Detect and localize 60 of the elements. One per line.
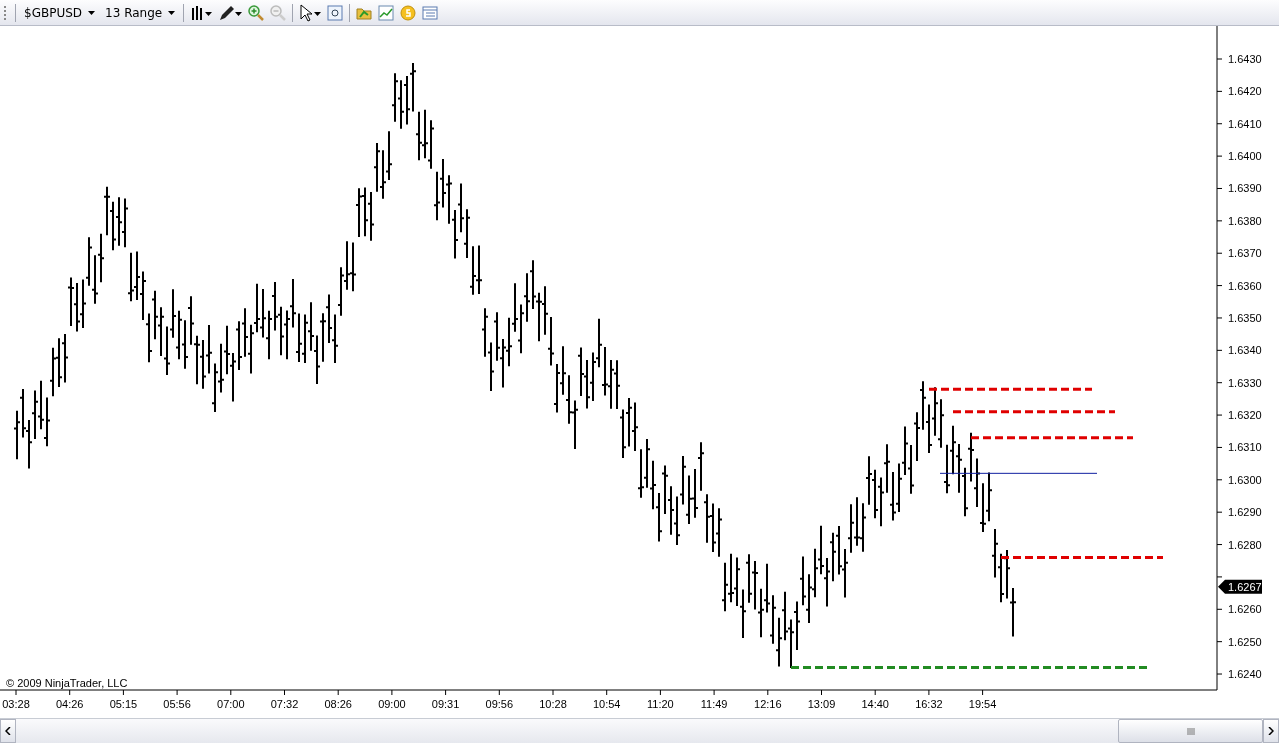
drawing-tool-button[interactable]: [218, 4, 243, 21]
time-tick-label: 12:16: [754, 698, 782, 710]
time-tick-label: 09:00: [378, 698, 406, 710]
price-tick-label: 1.6330: [1228, 376, 1262, 389]
time-tick-label: 07:32: [270, 698, 299, 710]
copyright-text: © 2009 NinjaTrader, LLC: [6, 677, 128, 689]
chevron-right-icon: [1268, 727, 1274, 735]
period-dropdown[interactable]: 13 Range: [103, 5, 178, 20]
price-tick-label: 1.6300: [1228, 473, 1262, 486]
chart-style-button[interactable]: [190, 4, 213, 21]
price-tick-label: 1.6310: [1228, 441, 1262, 454]
time-tick-label: 08:26: [324, 698, 352, 710]
price-tick-label: 1.6290: [1228, 506, 1262, 519]
time-tick-label: 10:28: [539, 698, 567, 710]
price-tick-label: 1.6370: [1228, 247, 1262, 260]
time-tick-label: 11:20: [647, 698, 674, 710]
price-tick-label: 1.6280: [1228, 538, 1262, 551]
time-tick-label: 05:56: [163, 698, 191, 710]
price-tick-label: 1.6260: [1228, 603, 1262, 616]
price-tick-label: 1.6360: [1228, 279, 1262, 292]
scroll-left-button[interactable]: [0, 719, 16, 743]
price-tick-label: 1.6430: [1228, 53, 1262, 65]
price-tick-label: 1.6410: [1228, 117, 1262, 130]
price-tick-label: 1.6400: [1228, 150, 1262, 163]
time-tick-label: 09:56: [485, 698, 514, 710]
time-tick-label: 11:49: [700, 698, 728, 710]
time-tick-label: 13:09: [807, 698, 836, 710]
scroll-right-button[interactable]: [1263, 719, 1279, 743]
time-tick-label: 10:54: [592, 698, 621, 710]
price-tick-label: 1.6340: [1228, 344, 1262, 357]
current-price-marker: 1.6267: [1218, 579, 1262, 594]
horizontal-scrollbar[interactable]: [0, 718, 1279, 743]
time-tick-label: 07:00: [217, 698, 245, 710]
price-tick-label: 1.6250: [1228, 635, 1262, 648]
line-chart-icon[interactable]: [378, 4, 395, 21]
chevron-left-icon: [5, 727, 11, 735]
time-tick-label: 04:26: [55, 698, 84, 710]
price-tick-label: 1.6240: [1228, 668, 1262, 681]
coin-icon[interactable]: [400, 4, 417, 21]
pointer-tool-button[interactable]: [299, 3, 322, 22]
zoom-in-icon[interactable]: [248, 4, 265, 21]
scroll-thumb[interactable]: [1118, 719, 1263, 743]
price-tick-label: 1.6320: [1228, 409, 1262, 422]
price-tick-label: 1.6390: [1228, 182, 1262, 195]
properties-icon[interactable]: [327, 4, 344, 21]
caret-icon: [88, 10, 96, 15]
table-icon[interactable]: [422, 4, 439, 21]
price-tick-label: 1.6380: [1228, 214, 1262, 227]
instrument-dropdown[interactable]: $GBPUSD: [22, 5, 98, 20]
time-tick-label: 05:15: [109, 698, 138, 710]
time-tick-label: 16:32: [915, 698, 943, 710]
time-tick-label: 19:54: [968, 698, 997, 710]
toolbar-grip[interactable]: [4, 5, 9, 20]
price-tick-label: 1.6350: [1228, 311, 1262, 324]
time-tick-label: 14:40: [861, 698, 889, 710]
caret-icon: [168, 10, 176, 15]
time-tick-label: 09:31: [431, 698, 460, 710]
time-tick-label: 03:28: [2, 698, 30, 710]
price-tick-label: 1.6420: [1228, 85, 1262, 98]
zoom-out-icon[interactable]: [270, 4, 287, 21]
